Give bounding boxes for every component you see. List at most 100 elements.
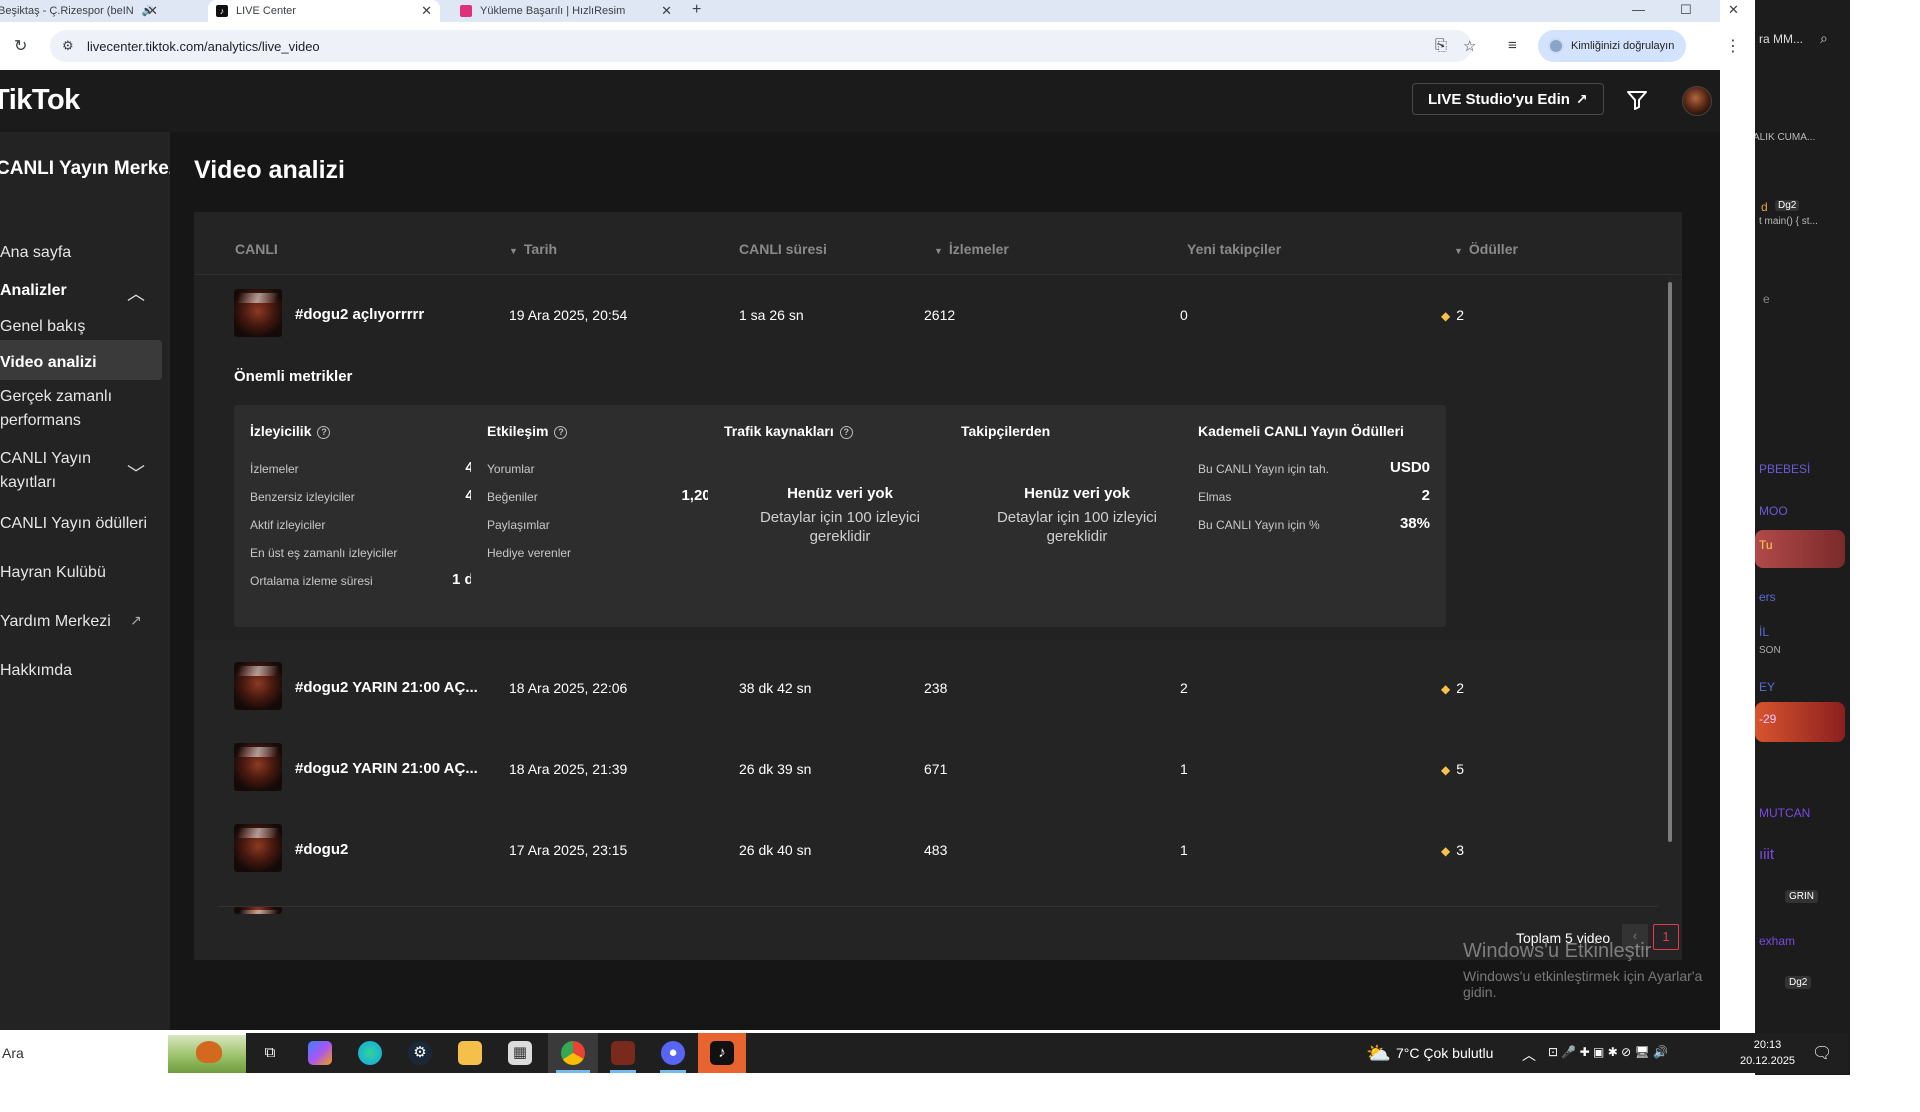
live-date: 17 Ara 2025, 23:15: [509, 842, 628, 858]
weather-icon[interactable]: ⛅: [1366, 1041, 1391, 1066]
avatar[interactable]: [1682, 86, 1712, 116]
search-highlight-image: [168, 1035, 246, 1073]
rewards-value: 3: [1456, 842, 1465, 858]
new-tab-button[interactable]: +: [692, 0, 701, 20]
tiktok-live-icon[interactable]: ♪: [710, 1041, 734, 1065]
game-icon[interactable]: [611, 1041, 635, 1065]
metric-card-rewards: Kademeli CANLI Yayın Ödülleri Bu CANLI Y…: [1182, 405, 1446, 627]
bg-text: PBEBESİ: [1759, 462, 1811, 476]
help-icon[interactable]: ?: [317, 426, 331, 439]
discord-icon[interactable]: ●: [661, 1041, 685, 1065]
weather-text[interactable]: 7°C Çok bulutlu: [1396, 1045, 1493, 1061]
column-header-rewards[interactable]: ▼ Ödüller: [1454, 241, 1518, 257]
help-icon[interactable]: ?: [554, 426, 568, 439]
bg-search-text[interactable]: ra MM...: [1759, 32, 1803, 46]
sidebar-item-live-rewards[interactable]: CANLI Yayın ödülleri: [0, 515, 147, 533]
browser-menu-icon[interactable]: ⋮: [1725, 36, 1741, 56]
metric-row: Benzersiz izleyiciler40: [250, 487, 482, 507]
scrollbar[interactable]: [1668, 282, 1672, 842]
metric-label: Hediye verenler: [487, 546, 572, 560]
close-icon[interactable]: ✕: [147, 3, 158, 19]
taskbar-search[interactable]: Ara: [0, 1033, 246, 1073]
live-thumbnail[interactable]: [234, 743, 282, 791]
sidebar-item-help-center[interactable]: Yardım Merkezi: [0, 613, 111, 631]
close-icon[interactable]: ✕: [661, 3, 672, 19]
sidebar-item-realtime-line2[interactable]: performans: [0, 412, 81, 430]
notification-icon[interactable]: 🗨: [1812, 1043, 1832, 1063]
live-title[interactable]: #dogu2: [295, 841, 348, 858]
column-header-views[interactable]: ▼ İzlemeler: [934, 241, 1009, 257]
close-icon[interactable]: ✕: [421, 3, 432, 19]
sidebar-item-live-records-line2[interactable]: kayıtları: [0, 474, 56, 492]
sort-icon: ▼: [1454, 246, 1463, 256]
sidebar-item-home[interactable]: Ana sayfa: [0, 244, 71, 262]
chevron-up-icon[interactable]: ︿: [127, 280, 145, 306]
tray-icons[interactable]: ⊡ 🎤 ✚ ▣ ✱ ⊘ 🖥 🔊: [1548, 1045, 1668, 1059]
metric-title-text: Etkileşim: [487, 423, 549, 439]
copilot-icon[interactable]: [308, 1041, 332, 1065]
page-number-button[interactable]: 1: [1653, 924, 1679, 950]
live-thumbnail[interactable]: [234, 824, 282, 872]
live-rewards: ◆ 2: [1441, 680, 1464, 696]
url-text[interactable]: livecenter.tiktok.com/analytics/live_vid…: [87, 39, 320, 54]
chevron-down-icon[interactable]: ﹀: [127, 460, 145, 486]
maximize-button[interactable]: ☐: [1680, 0, 1692, 20]
table-row[interactable]: #dogu2 17 Ara 2025, 23:15 26 dk 40 sn 48…: [194, 814, 1668, 894]
metric-card-traffic: Trafik kaynakları? Henüz veri yok Detayl…: [708, 405, 972, 627]
store-icon[interactable]: ▦: [508, 1041, 532, 1065]
minimize-button[interactable]: —: [1632, 0, 1645, 20]
sidebar-item-video-analytics[interactable]: Video analizi: [0, 354, 97, 372]
sidebar-item-fan-club[interactable]: Hayran Kulübü: [0, 564, 106, 582]
help-icon[interactable]: ?: [839, 426, 853, 439]
chrome-icon[interactable]: [561, 1041, 585, 1065]
bg-text: MUTCAN: [1759, 806, 1811, 820]
live-thumbnail[interactable]: [234, 662, 282, 710]
metric-title-text: İzleyicilik: [250, 423, 312, 439]
external-link-icon[interactable]: ↗: [130, 612, 142, 629]
live-thumbnail[interactable]: [234, 289, 282, 337]
get-live-studio-button[interactable]: LIVE Studio'yu Edin ↗: [1412, 83, 1604, 115]
sort-icon: ▼: [509, 246, 518, 256]
media-controls-icon[interactable]: ≡: [1508, 37, 1517, 54]
tiktok-logo[interactable]: TikTok: [0, 84, 80, 117]
steam-icon[interactable]: ⚙: [408, 1041, 432, 1065]
metric-label: En üst eş zamanlı izleyiciler: [250, 546, 398, 560]
live-duration: 26 dk 40 sn: [739, 842, 812, 858]
taskbar-clock[interactable]: 20:13 20.12.2025: [1740, 1037, 1795, 1069]
diamond-icon: ◆: [1441, 844, 1451, 858]
site-info-icon[interactable]: ⚙: [62, 38, 74, 54]
sidebar-item-live-records[interactable]: CANLI Yayın: [0, 450, 91, 468]
tab-hizliresim[interactable]: Yükleme Başarılı | HızlıResim ✕: [452, 0, 680, 22]
bg-highlight: Tu: [1755, 530, 1845, 568]
sidebar-item-analytics[interactable]: Analizler: [0, 282, 67, 300]
sidebar-item-about[interactable]: Hakkımda: [0, 662, 72, 680]
reload-icon[interactable]: ↻: [14, 36, 27, 56]
video-table-card: CANLI ▼ Tarih CANLI süresi ▼ İzlemeler Yen…: [194, 212, 1682, 960]
metric-title-text: Trafik kaynakları: [724, 423, 834, 439]
search-icon[interactable]: ⌕: [1820, 30, 1828, 47]
table-row[interactable]: #dogu2 YARIN 21:00 AÇ... 18 Ara 2025, 22…: [194, 652, 1668, 732]
verify-identity-button[interactable]: Kimliğinizi doğrulayın: [1538, 30, 1687, 62]
live-title[interactable]: #dogu2 YARIN 21:00 AÇ...: [295, 760, 478, 777]
chevron-up-icon[interactable]: ︿: [1522, 1045, 1536, 1065]
tab-live-center[interactable]: ♪ LIVE Center ✕: [208, 0, 440, 22]
running-indicator: [610, 1070, 636, 1073]
bg-text: d: [1761, 200, 1768, 214]
column-header-date[interactable]: ▼ Tarih: [509, 241, 557, 257]
table-row[interactable]: #dogu2 YARIN 21:00 AÇ... 18 Ara 2025, 21…: [194, 733, 1668, 813]
edge-icon[interactable]: [358, 1041, 382, 1065]
live-title[interactable]: #dogu2 YARIN 21:00 AÇ...: [295, 679, 478, 696]
task-view-icon[interactable]: ⧉: [258, 1041, 282, 1065]
bookmark-star-icon[interactable]: ☆: [1463, 37, 1476, 55]
sidebar-item-realtime[interactable]: Gerçek zamanlı: [0, 388, 112, 406]
tab-besiktas[interactable]: Beşiktaş - Ç.Rizespor (beIN 🔊 ✕: [0, 0, 166, 22]
live-title[interactable]: #dogu2 açlıyorrrrr: [295, 306, 424, 323]
file-explorer-icon[interactable]: [458, 1041, 482, 1065]
install-app-icon[interactable]: ⎘: [1435, 37, 1447, 54]
sidebar-item-overview[interactable]: Genel bakış: [0, 318, 85, 336]
close-window-button[interactable]: ✕: [1728, 0, 1739, 20]
filter-icon[interactable]: [1625, 88, 1649, 112]
address-bar[interactable]: ⚙ livecenter.tiktok.com/analytics/live_v…: [50, 30, 1476, 62]
metric-row: Elmas 2: [1198, 487, 1430, 507]
metric-label: Aktif izleyiciler: [250, 518, 326, 532]
